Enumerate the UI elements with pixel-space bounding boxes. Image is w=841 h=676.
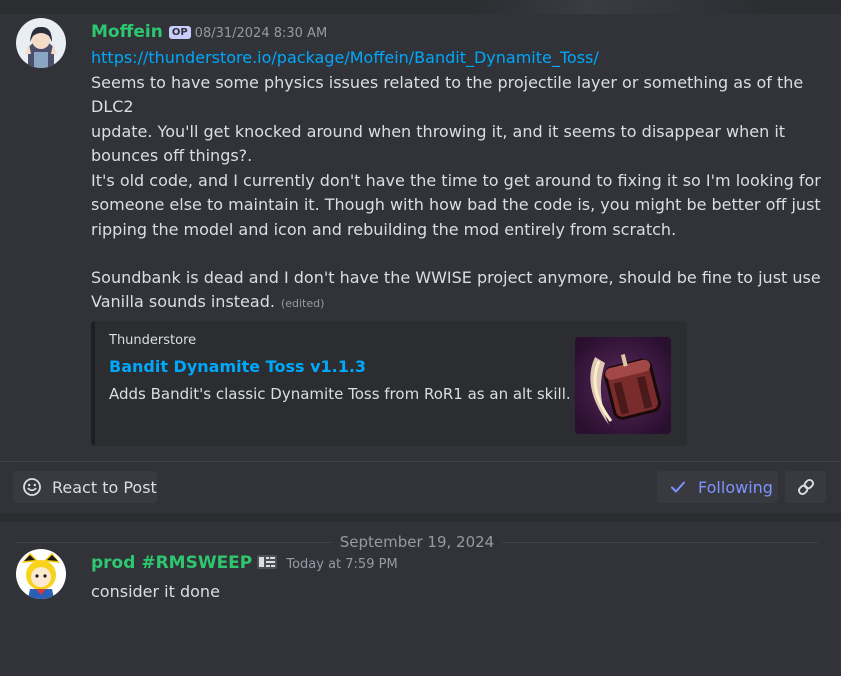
- op-badge: OP: [168, 26, 191, 39]
- top-strip: [0, 0, 841, 14]
- message-paragraph: Soundbank is dead and I don't have the W…: [91, 268, 821, 312]
- timestamp: Today at 7:59 PM: [286, 557, 398, 572]
- clan-tag-icon[interactable]: [257, 554, 278, 570]
- timestamp: 08/31/2024 8:30 AM: [194, 26, 328, 41]
- avatar[interactable]: [16, 18, 66, 68]
- react-to-post-button[interactable]: React to Post: [13, 471, 157, 503]
- package-link[interactable]: https://thunderstore.io/package/Moffein/…: [91, 48, 599, 67]
- username[interactable]: Moffein: [91, 22, 163, 42]
- link-icon: [796, 477, 816, 497]
- copy-link-button[interactable]: [785, 471, 826, 503]
- section-separator: [0, 513, 841, 522]
- smile-icon: [22, 477, 42, 497]
- link-embed: Thunderstore Bandit Dynamite Toss v1.1.3…: [91, 321, 687, 446]
- following-button[interactable]: Following: [657, 471, 778, 503]
- edited-label: (edited): [280, 297, 325, 311]
- check-icon: [669, 478, 687, 496]
- react-label: React to Post: [52, 477, 157, 497]
- message-paragraph-wrap: Soundbank is dead and I don't have the W…: [91, 266, 831, 315]
- message-header: prod #RMSWEEP Today at 7:59 PM: [91, 553, 398, 573]
- avatar[interactable]: [16, 549, 66, 599]
- embed-description: Adds Bandit's classic Dynamite Toss from…: [109, 385, 571, 403]
- message-paragraph: Seems to have some physics issues relate…: [91, 73, 804, 166]
- date-separator-label: September 19, 2024: [331, 533, 503, 551]
- message-paragraph: It's old code, and I currently don't hav…: [91, 171, 821, 239]
- embed-thumbnail[interactable]: [575, 337, 671, 434]
- embed-title[interactable]: Bandit Dynamite Toss v1.1.3: [109, 357, 366, 376]
- username[interactable]: prod #RMSWEEP: [91, 553, 252, 573]
- message-text: consider it done: [91, 582, 220, 601]
- following-label: Following: [698, 477, 773, 497]
- date-separator: September 19, 2024: [16, 533, 818, 551]
- divider: [0, 461, 841, 462]
- embed-provider[interactable]: Thunderstore: [109, 333, 196, 348]
